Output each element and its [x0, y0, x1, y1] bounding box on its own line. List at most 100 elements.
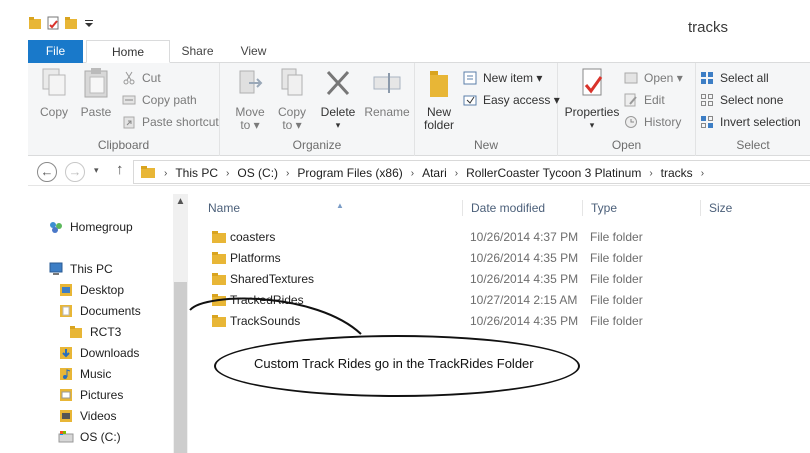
invert-selection-button[interactable]: Invert selection — [700, 113, 801, 131]
new-folder-label-2: folder — [423, 118, 455, 132]
up-button[interactable]: ↑ — [116, 161, 124, 178]
copy-to-button[interactable]: Copy to ▾ — [274, 67, 310, 132]
history-button[interactable]: History — [624, 113, 681, 131]
properties-icon — [582, 68, 603, 96]
properties-icon[interactable] — [46, 16, 60, 30]
new-item-icon — [463, 71, 477, 85]
copy-button[interactable]: Copy — [36, 67, 72, 119]
column-header-type[interactable]: Type — [582, 200, 700, 216]
nav-item-music[interactable]: Music — [58, 365, 111, 383]
new-folder-icon[interactable] — [64, 16, 78, 30]
tab-share[interactable]: Share — [170, 40, 225, 63]
breadcrumb-tracks[interactable]: tracks — [657, 166, 697, 180]
breadcrumb-separator[interactable]: › — [645, 168, 656, 179]
file-date: 10/26/2014 4:37 PM — [470, 230, 579, 244]
breadcrumb-os-c[interactable]: OS (C:) — [233, 166, 282, 180]
file-name: SharedTextures — [230, 272, 315, 286]
nav-item-videos[interactable]: Videos — [58, 407, 116, 425]
nav-item-downloads[interactable]: Downloads — [58, 344, 139, 362]
breadcrumb-atari[interactable]: Atari — [418, 166, 451, 180]
properties-button[interactable]: Properties ▾ — [564, 67, 620, 132]
open-icon — [624, 72, 638, 84]
tab-view[interactable]: View — [226, 40, 281, 63]
nav-item-os-c[interactable]: OS (C:) — [58, 428, 121, 446]
nav-item-this-pc[interactable]: This PC — [48, 260, 113, 278]
copy-to-icon — [281, 68, 303, 96]
nav-item-desktop[interactable]: Desktop — [58, 281, 124, 299]
homegroup-icon — [50, 222, 62, 233]
new-folder-button[interactable]: New folder — [421, 67, 457, 132]
file-type: File folder — [590, 230, 643, 244]
move-to-button[interactable]: Move to ▾ — [232, 67, 268, 132]
file-row[interactable]: Platforms 10/26/2014 4:35 PM File folder — [192, 248, 810, 268]
select-all-button[interactable]: Select all — [700, 69, 769, 87]
navigation-pane: Homegroup This PC Desktop Documents RCT3… — [28, 194, 188, 453]
select-group-label: Select — [736, 138, 770, 152]
nav-item-label: Desktop — [80, 283, 125, 297]
paste-shortcut-button[interactable]: Paste shortcut — [122, 113, 219, 131]
file-date: 10/26/2014 4:35 PM — [470, 314, 579, 328]
column-header-size[interactable]: Size — [700, 200, 800, 216]
edit-button[interactable]: Edit — [624, 91, 665, 109]
scissors-icon — [123, 71, 135, 85]
column-header-name[interactable]: Name ▲ — [200, 200, 470, 216]
edit-icon — [624, 93, 637, 107]
folder-icon — [212, 231, 226, 243]
select-none-icon — [701, 94, 713, 106]
organize-group: Move to ▾ Copy to ▾ Delete ▾ Rename Orga… — [220, 63, 415, 156]
nav-item-pictures[interactable]: Pictures — [58, 386, 123, 404]
folder-icon — [212, 252, 226, 264]
nav-item-rct3[interactable]: RCT3 — [68, 323, 121, 341]
nav-item-label: Documents — [80, 304, 141, 318]
computer-icon — [49, 262, 63, 275]
invert-selection-label: Invert selection — [720, 115, 801, 129]
scroll-up-icon[interactable]: ▲ — [173, 196, 188, 207]
select-none-button[interactable]: Select none — [700, 91, 783, 109]
nav-item-label: Downloads — [80, 346, 140, 360]
window-title: tracks — [688, 19, 729, 36]
address-bar: ← → ▾ ↑ › This PC › OS (C:) › Program Fi… — [28, 158, 810, 186]
breadcrumb-separator[interactable]: › — [282, 168, 293, 179]
select-none-label: Select none — [720, 93, 784, 107]
file-name: coasters — [230, 230, 276, 244]
copy-path-button[interactable]: Copy path — [122, 91, 197, 109]
breadcrumb-separator[interactable]: › — [451, 168, 462, 179]
nav-item-label: OS (C:) — [80, 430, 121, 444]
forward-button[interactable]: → — [65, 162, 85, 182]
breadcrumb-separator[interactable]: › — [697, 168, 708, 179]
nav-item-homegroup[interactable]: Homegroup — [48, 218, 133, 236]
open-button[interactable]: Open ▾ — [624, 69, 683, 87]
delete-caret: ▾ — [335, 120, 341, 130]
column-header-label: Size — [709, 201, 733, 215]
easy-access-button[interactable]: Easy access ▾ — [463, 91, 560, 109]
file-type: File folder — [590, 314, 643, 328]
column-header-date-modified[interactable]: Date modified — [462, 200, 582, 216]
file-row[interactable]: SharedTextures 10/26/2014 4:35 PM File f… — [192, 269, 810, 289]
rename-button[interactable]: Rename — [364, 67, 410, 119]
new-folder-icon — [430, 71, 448, 97]
breadcrumb-program-files[interactable]: Program Files (x86) — [293, 166, 406, 180]
breadcrumb-this-pc[interactable]: This PC — [171, 166, 222, 180]
select-group: Select all Select none Invert selection … — [696, 63, 810, 156]
new-item-button[interactable]: New item ▾ — [463, 69, 542, 87]
address-field[interactable]: › This PC › OS (C:) › Program Files (x86… — [133, 160, 810, 184]
back-button[interactable]: ← — [37, 162, 57, 182]
invert-selection-icon — [701, 116, 713, 128]
cut-button[interactable]: Cut — [122, 69, 161, 87]
file-row[interactable]: coasters 10/26/2014 4:37 PM File folder — [192, 227, 810, 247]
tab-file[interactable]: File — [28, 40, 83, 63]
recent-locations-dropdown[interactable]: ▾ — [94, 165, 99, 176]
tab-home[interactable]: Home — [86, 40, 170, 63]
edit-label: Edit — [644, 93, 665, 107]
delete-button[interactable]: Delete ▾ — [318, 67, 358, 132]
open-label: Open ▾ — [644, 71, 683, 85]
breadcrumb-separator[interactable]: › — [407, 168, 418, 179]
file-type: File folder — [590, 293, 643, 307]
nav-item-documents[interactable]: Documents — [58, 302, 141, 320]
breadcrumb-rct3[interactable]: RollerCoaster Tycoon 3 Platinum — [462, 166, 645, 180]
paste-button[interactable]: Paste — [78, 67, 114, 119]
nav-item-label: Pictures — [80, 388, 124, 402]
column-header-label: Date modified — [471, 201, 546, 215]
customize-toolbar-icon[interactable] — [82, 16, 96, 30]
breadcrumb-separator[interactable]: › — [222, 168, 233, 179]
